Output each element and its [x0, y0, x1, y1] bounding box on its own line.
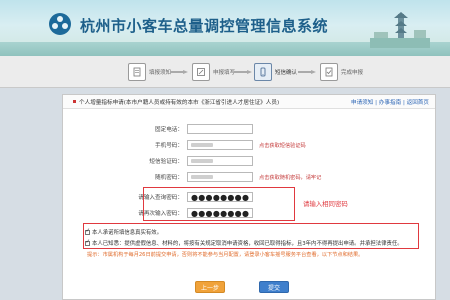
sms-code-row: 短信验证码：	[63, 155, 253, 167]
submit-button[interactable]: 提交	[259, 281, 289, 293]
prev-step-button[interactable]: 上一步	[195, 281, 225, 293]
phone-message-icon	[254, 63, 272, 81]
arrow-right-icon	[234, 70, 252, 74]
step-complete: 完成申报	[320, 61, 363, 83]
step-notice: 填报须知	[128, 61, 171, 83]
get-sms-code-link[interactable]: 点击获取短信验证码	[259, 142, 306, 149]
agreement-check-2[interactable]: 本人已知悉：提供虚假信息、材料的，将按有关规定取消申请资格，收回已取得指标，且3…	[85, 239, 403, 247]
panel-links[interactable]: 申请须知 | 办事指南 | 返回首页	[351, 98, 429, 106]
system-title: 杭州市小客车总量调控管理信息系统	[80, 17, 329, 35]
fixed-phone-input[interactable]	[187, 124, 253, 134]
highlight-box-passwords	[143, 187, 295, 221]
bullet-icon	[73, 100, 76, 103]
get-dynamic-password-link[interactable]: 点击获取随机密码，请牢记	[259, 174, 321, 181]
fixed-phone-label: 固定电话：	[155, 127, 183, 133]
checkbox[interactable]	[85, 228, 90, 235]
step-fill: 申报填写	[192, 61, 235, 83]
step-label: 短信确认	[275, 70, 298, 76]
header-banner: 杭州市小客车总量调控管理信息系统	[0, 0, 450, 56]
form-edit-icon	[192, 63, 210, 81]
notice-tip: 提示：市属机构于每月26日前提交申请，否则将不能参与当月配置，请登录小客车摇号服…	[87, 252, 364, 258]
step-sms-confirm: 短信确认	[254, 61, 297, 83]
check-document-icon	[320, 63, 338, 81]
panel-title: 个人增量指标申请(本市户籍人员或持有效的本市《浙江省引进人才居住证》人员)	[73, 98, 279, 106]
dynamic-password-row: 随机密码： 点击获取随机密码，请牢记	[63, 171, 321, 183]
agreement-check-1[interactable]: 本人承诺所填信息真实有效。	[85, 228, 162, 236]
mobile-input[interactable]	[187, 140, 253, 150]
hangzhou-logo-icon	[49, 13, 71, 35]
step-label: 申报填写	[213, 70, 236, 76]
agreement-text-1: 本人承诺所填信息真实有效。	[92, 230, 163, 236]
agreement-text-2: 本人已知悉：提供虚假信息、材料的，将按有关规定取消申请资格，收回已取得指标，且3…	[92, 241, 403, 247]
dynamic-password-label: 随机密码：	[155, 175, 183, 181]
arrow-right-icon	[298, 70, 316, 74]
pagoda-scenery-icon	[370, 12, 430, 48]
mobile-label: 手机号码：	[155, 143, 183, 149]
arrow-right-icon	[170, 70, 188, 74]
panel-header: 个人增量指标申请(本市户籍人员或持有效的本市《浙江省引进人才居住证》人员) 申请…	[63, 95, 435, 109]
document-icon	[128, 63, 146, 81]
step-label: 填报须知	[149, 70, 172, 76]
fixed-phone-row: 固定电话：	[63, 123, 253, 135]
mobile-row: 手机号码： 点击获取短信验证码	[63, 139, 306, 151]
progress-steps: 填报须知 申报填写 短信确认 完成申报	[0, 56, 450, 88]
masked-value	[191, 143, 213, 147]
checkbox[interactable]	[85, 239, 90, 246]
annotation-same-password: 请输入相同密码	[303, 200, 348, 208]
step-label: 完成申报	[341, 70, 364, 76]
dynamic-password-input[interactable]	[187, 172, 253, 182]
masked-value	[191, 175, 213, 179]
masked-value	[191, 159, 213, 163]
sms-code-label: 短信验证码：	[149, 159, 183, 165]
sms-code-input[interactable]	[187, 156, 253, 166]
application-panel: 个人增量指标申请(本市户籍人员或持有效的本市《浙江省引进人才居住证》人员) 申请…	[62, 94, 436, 300]
